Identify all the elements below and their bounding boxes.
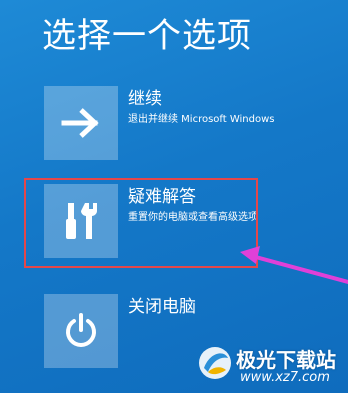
watermark-name: 极光下载站 <box>236 348 336 372</box>
watermark: 极光下载站 www.xz7.com <box>196 340 346 392</box>
annotation-arrow-icon <box>240 246 348 284</box>
watermark-logo-icon <box>199 347 231 379</box>
watermark-url: www.xz7.com <box>240 370 330 385</box>
